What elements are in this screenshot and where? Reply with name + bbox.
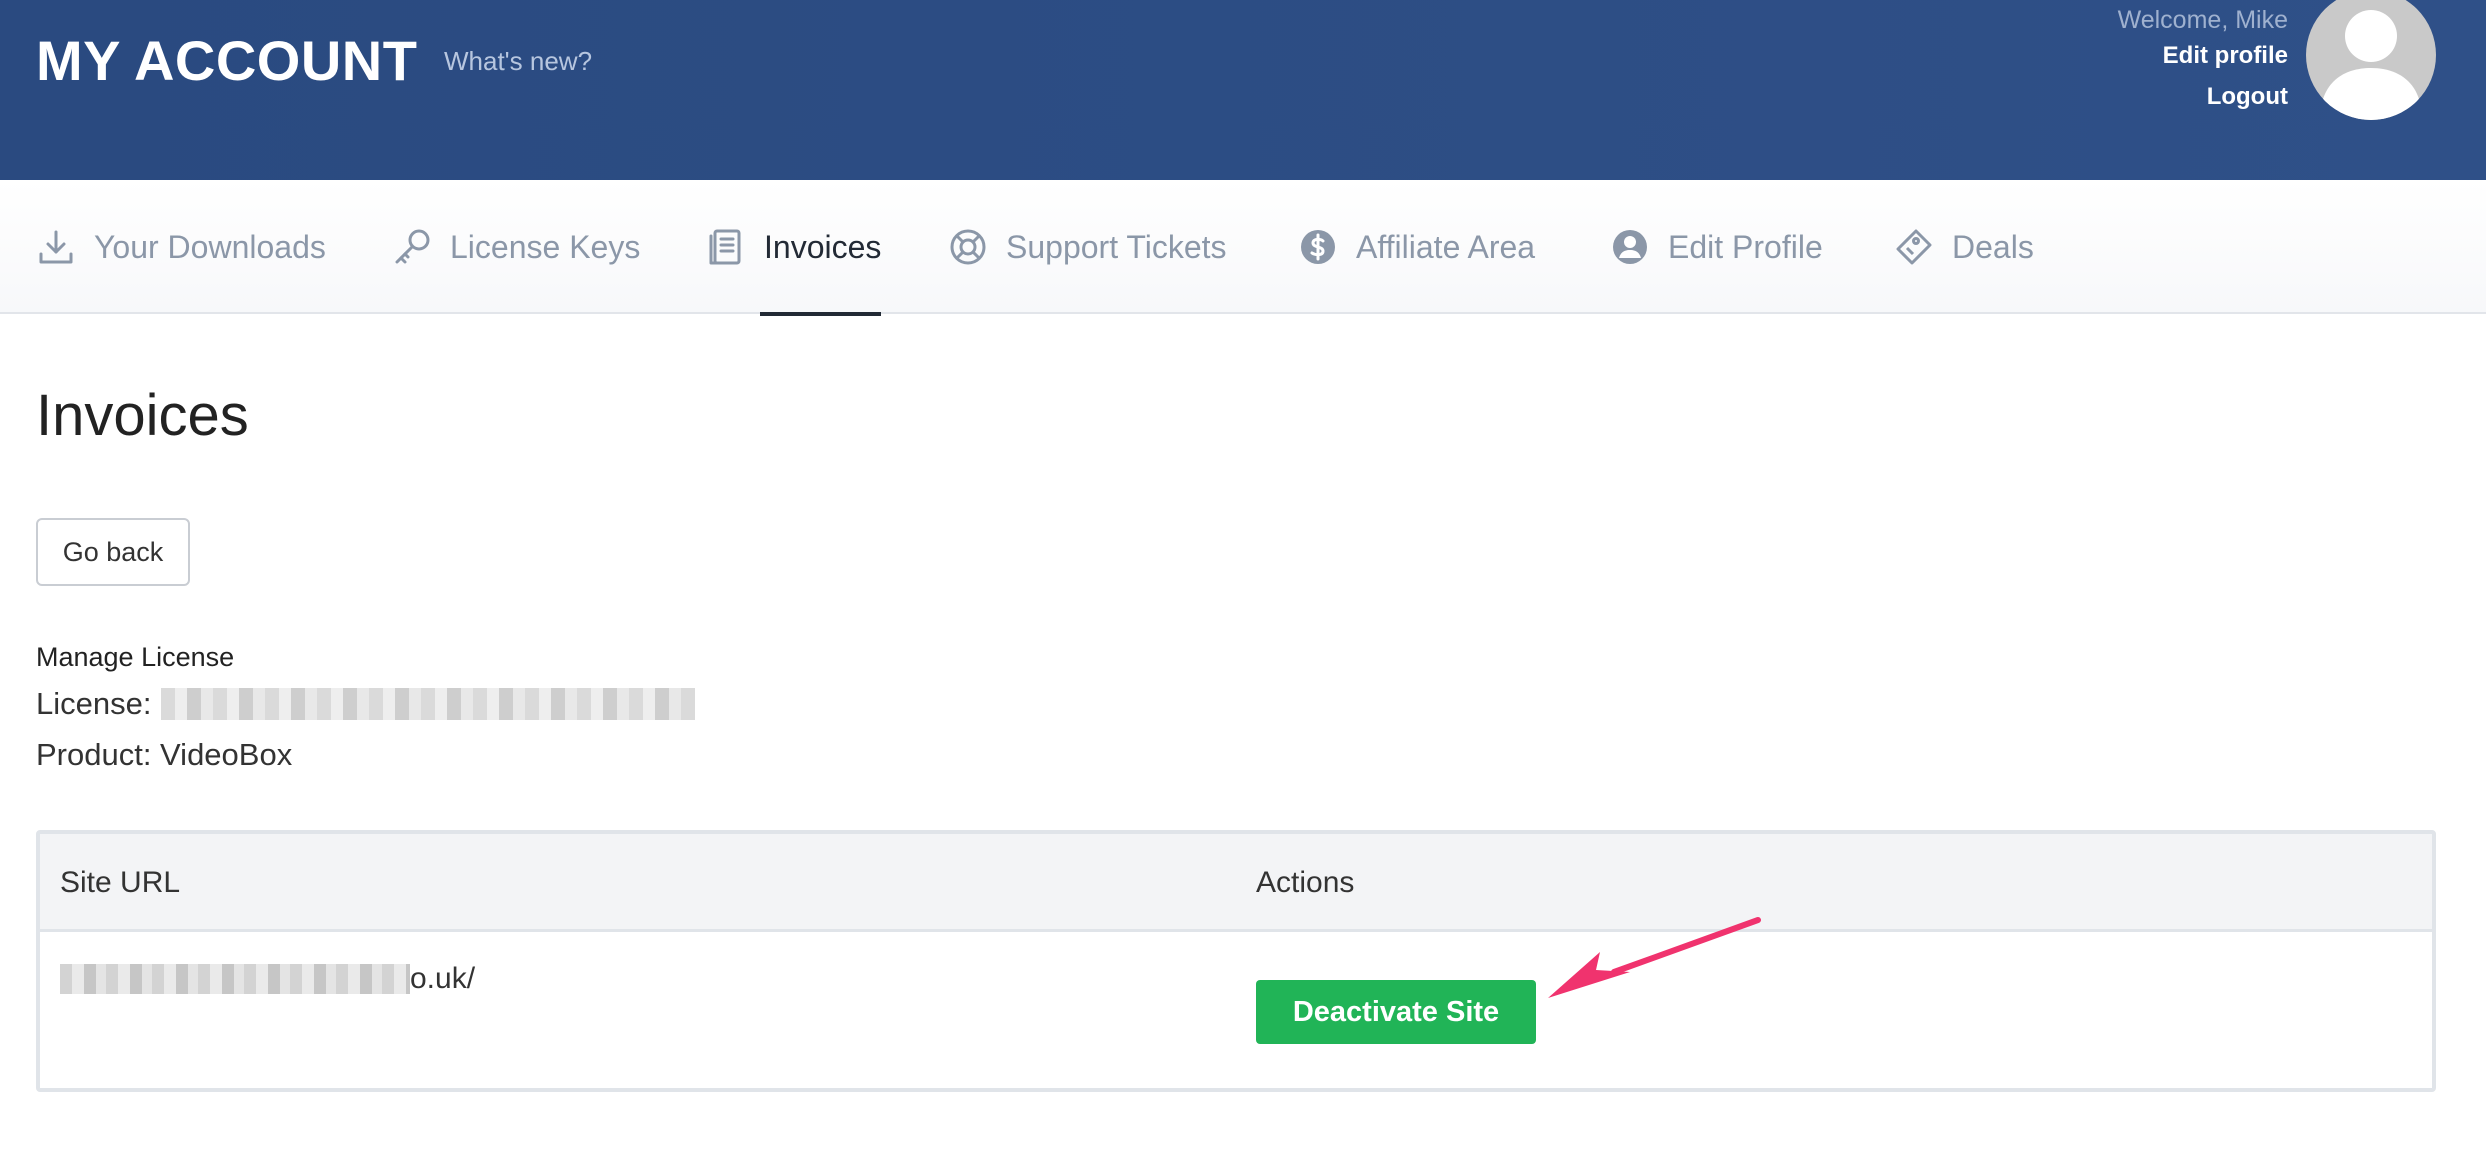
tab-label: Deals xyxy=(1952,228,2034,265)
account-header: MY ACCOUNT What's new? Welcome, Mike Edi… xyxy=(0,0,2486,180)
go-back-button[interactable]: Go back xyxy=(36,518,190,586)
sites-table: Site URL Actions o.uk/ Deactivate Site xyxy=(36,830,2436,1092)
annotation-arrow-icon xyxy=(1548,917,1761,998)
tab-license-keys[interactable]: License Keys xyxy=(392,180,640,314)
manage-license-label: Manage License xyxy=(36,642,235,672)
license-label: License: xyxy=(36,686,152,721)
tab-label: Invoices xyxy=(764,228,882,265)
avatar[interactable] xyxy=(2306,0,2436,120)
tag-icon xyxy=(1896,229,1932,265)
redacted-site-url xyxy=(60,964,410,994)
page-title: Invoices xyxy=(36,383,249,448)
site-url-cell: o.uk/ xyxy=(60,962,475,996)
tab-label: Support Tickets xyxy=(1006,228,1227,265)
tab-label: Affiliate Area xyxy=(1356,228,1536,265)
table-header: Site URL Actions xyxy=(40,834,2432,932)
tab-invoices[interactable]: Invoices xyxy=(706,180,882,316)
dollar-icon xyxy=(1301,230,1335,264)
product-label: Product: VideoBox xyxy=(36,737,293,772)
tab-affiliate-area[interactable]: Affiliate Area xyxy=(1298,180,1535,314)
account-tabs: Your Downloads License Keys Invoices Sup… xyxy=(0,180,2486,316)
tab-support-tickets[interactable]: Support Tickets xyxy=(948,180,1227,314)
redacted-license-key xyxy=(161,688,696,720)
license-row: License: xyxy=(36,686,696,722)
tab-label: Edit Profile xyxy=(1668,228,1823,265)
tab-label: License Keys xyxy=(450,228,641,265)
site-url-suffix: o.uk/ xyxy=(410,962,476,995)
user-silhouette-icon xyxy=(2320,10,2422,120)
invoice-icon xyxy=(709,229,741,265)
tab-deals[interactable]: Deals xyxy=(1894,180,2034,314)
edit-profile-link[interactable]: Edit profile xyxy=(2118,40,2288,81)
user-menu: Welcome, Mike Edit profile Logout xyxy=(2118,4,2288,122)
logout-link[interactable]: Logout xyxy=(2118,81,2288,122)
download-icon xyxy=(39,230,73,264)
brand-title: MY ACCOUNT xyxy=(36,29,418,92)
tab-label: Your Downloads xyxy=(94,228,326,265)
key-icon xyxy=(395,229,430,264)
column-header-site-url: Site URL xyxy=(60,866,181,899)
lifebuoy-icon xyxy=(950,229,986,265)
column-header-actions: Actions xyxy=(1256,866,1355,899)
tab-your-downloads[interactable]: Your Downloads xyxy=(36,180,326,314)
deactivate-site-button[interactable]: Deactivate Site xyxy=(1256,980,1536,1044)
welcome-text: Welcome, Mike xyxy=(2117,6,2288,34)
user-circle-icon xyxy=(1613,230,1647,264)
whats-new-link[interactable]: What's new? xyxy=(444,46,592,77)
tab-edit-profile[interactable]: Edit Profile xyxy=(1610,180,1823,314)
